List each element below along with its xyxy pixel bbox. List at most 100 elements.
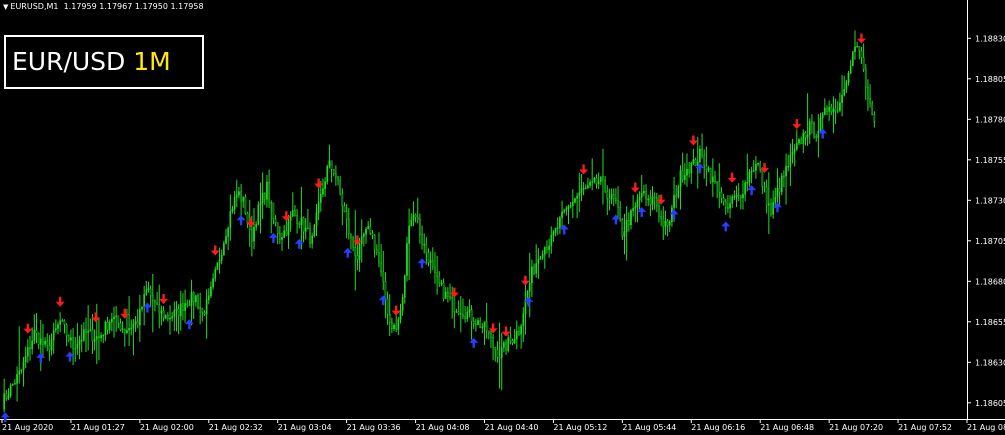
- y-tick-label: 1.18830: [975, 34, 1005, 43]
- candle-body: [190, 292, 193, 306]
- y-axis-ticks: 1.18830 1.18805 1.18780 1.18755 1.18730 1.187…: [967, 34, 1005, 408]
- candle-body: [789, 154, 792, 167]
- candle-body: [845, 82, 848, 90]
- sell-arrow-icon: [501, 326, 511, 337]
- candle-body: [175, 308, 178, 311]
- candle-body: [416, 216, 419, 220]
- candle-body: [449, 296, 451, 298]
- candle-body: [421, 234, 423, 245]
- candle-body: [341, 193, 344, 207]
- candle-body: [574, 198, 576, 203]
- candle-body: [111, 318, 113, 323]
- candle-body: [365, 228, 367, 235]
- buy-arrow-icon: [747, 185, 757, 196]
- candle-body: [89, 329, 92, 332]
- candle-body: [539, 257, 542, 260]
- candle-body: [681, 170, 684, 180]
- candle-body: [233, 196, 236, 210]
- candle-body: [188, 304, 191, 307]
- candle-body: [735, 194, 738, 197]
- candle-body: [610, 194, 613, 200]
- candle-body: [154, 300, 156, 304]
- candle-body: [533, 266, 535, 274]
- candle-body: [858, 45, 861, 52]
- x-axis-ticks: 21 Aug 2020 21 Aug 01:27 21 Aug 02:00 21 Au…: [1, 419, 1005, 432]
- candle-body: [724, 201, 727, 208]
- candle-body: [158, 304, 161, 314]
- candle-body: [192, 292, 195, 303]
- candle-body: [705, 165, 708, 170]
- candle-body: [668, 221, 671, 226]
- candle-body: [451, 297, 454, 299]
- candle-body: [184, 303, 186, 311]
- candle-body: [283, 230, 286, 238]
- candle-body: [505, 342, 507, 351]
- sell-arrow-icon: [120, 308, 130, 319]
- candle-body: [22, 361, 25, 371]
- x-tick-label: 21 Aug 03:04: [278, 423, 332, 432]
- candle-body: [300, 217, 303, 225]
- candle-body: [255, 224, 258, 228]
- candle-body: [9, 385, 12, 396]
- candle-body: [515, 331, 518, 340]
- candle-body: [737, 194, 740, 197]
- candle-body: [494, 347, 497, 351]
- candle-body: [755, 163, 757, 171]
- candle-body: [46, 340, 49, 346]
- candle-body: [311, 235, 314, 244]
- candle-body: [431, 260, 434, 268]
- candle-body: [746, 182, 749, 184]
- candle-body: [612, 194, 615, 199]
- candle-body: [279, 233, 281, 240]
- sell-arrow-icon: [630, 182, 640, 193]
- candle-body: [444, 291, 447, 299]
- buy-arrow-icon: [637, 206, 647, 217]
- candle-body: [649, 198, 652, 205]
- candle-body: [128, 327, 130, 331]
- candle-body: [481, 326, 484, 329]
- candle-body: [541, 254, 544, 259]
- candle-body: [425, 243, 428, 253]
- candle-body: [479, 320, 482, 329]
- candle-body: [98, 336, 100, 339]
- candle-body: [76, 344, 79, 349]
- candle-body: [832, 108, 835, 113]
- candle-body: [302, 217, 305, 232]
- candle-body: [423, 243, 426, 246]
- candle-body: [791, 152, 794, 156]
- candle-body: [203, 312, 206, 315]
- candle-body: [48, 345, 51, 350]
- candle-body: [783, 175, 785, 178]
- candle-body: [599, 176, 602, 182]
- candle-body: [871, 102, 874, 115]
- candle-body: [554, 227, 557, 233]
- x-tick-label: 21 Aug 04:40: [485, 423, 539, 432]
- candle-body: [511, 340, 514, 344]
- candle-body: [210, 286, 212, 296]
- candle-body: [811, 121, 813, 124]
- candle-body: [584, 187, 587, 189]
- y-tick-label: 1.18805: [975, 75, 1005, 84]
- candle-body: [317, 202, 320, 214]
- candle-body: [14, 383, 16, 385]
- buy-arrow-icon: [236, 215, 246, 226]
- candle-body: [393, 324, 395, 330]
- candle-body: [711, 176, 714, 182]
- candle-body: [50, 339, 53, 350]
- price-chart[interactable]: 1.18830 1.18805 1.18780 1.18755 1.18730 1.187…: [0, 0, 1005, 435]
- buy-arrow-icon: [669, 209, 679, 220]
- candle-body: [761, 169, 764, 187]
- candle-body: [587, 185, 589, 188]
- candle-body: [179, 303, 182, 317]
- candle-body: [117, 315, 120, 324]
- sell-arrow-icon: [314, 178, 324, 189]
- candle-body: [352, 237, 354, 248]
- candle-body: [490, 332, 492, 338]
- x-tick-label: 21 Aug 06:16: [691, 423, 745, 432]
- candle-body: [139, 308, 141, 326]
- x-tick-label: 21 Aug 07:20: [829, 423, 883, 432]
- candle-body: [167, 314, 169, 319]
- candle-body: [61, 320, 64, 322]
- candle-body: [403, 275, 406, 298]
- candle-body: [459, 313, 462, 315]
